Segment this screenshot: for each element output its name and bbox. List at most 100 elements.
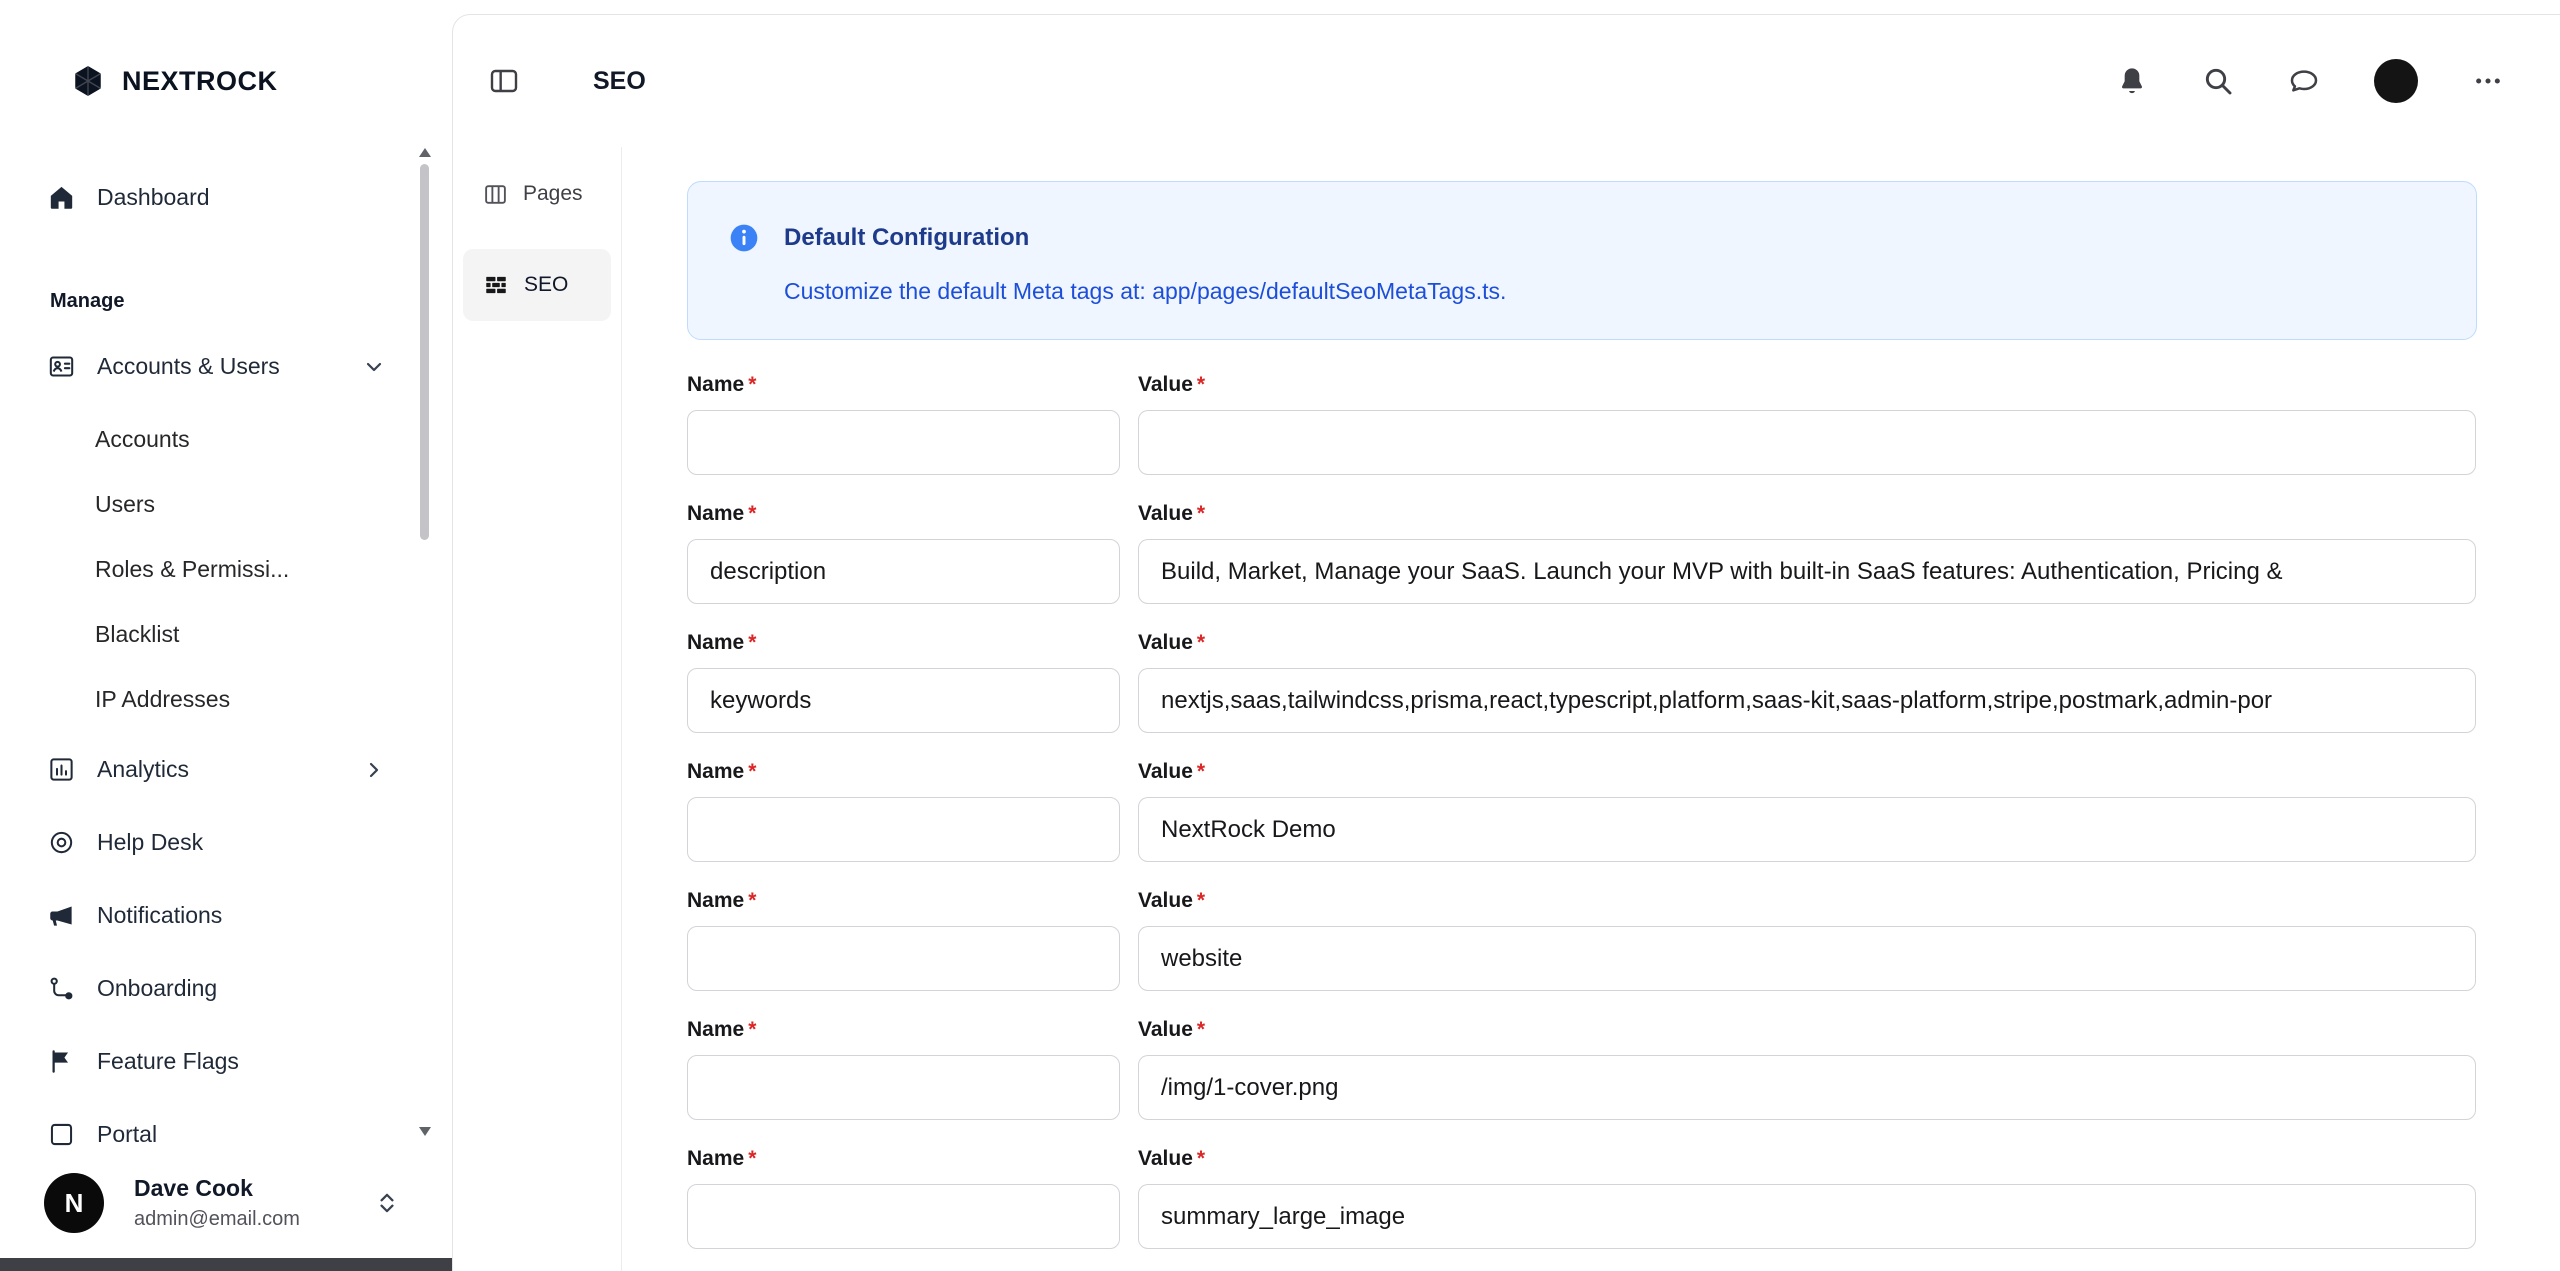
meta-value-input[interactable] bbox=[1138, 1184, 2476, 1249]
sidebar-nav: Dashboard Manage Accounts & Users Accoun… bbox=[0, 165, 452, 1152]
required-asterisk: * bbox=[1197, 1147, 1205, 1170]
brand-logo[interactable]: NEXTROCK bbox=[70, 63, 452, 99]
name-label: Name* bbox=[687, 630, 1120, 656]
meta-name-input[interactable] bbox=[687, 926, 1120, 991]
subnav-item-label: SEO bbox=[524, 273, 568, 297]
sidebar-item-label: Dashboard bbox=[97, 184, 210, 211]
meta-value-input[interactable] bbox=[1138, 1055, 2476, 1120]
value-label: Value* bbox=[1138, 372, 2476, 398]
meta-value-input[interactable] bbox=[1138, 926, 2476, 991]
user-email: admin@email.com bbox=[134, 1208, 300, 1231]
required-asterisk: * bbox=[1197, 373, 1205, 396]
meta-tag-row: Name* Value* bbox=[687, 372, 2477, 475]
sidebar-item-onboarding[interactable]: Onboarding bbox=[48, 956, 416, 1021]
meta-name-input[interactable] bbox=[687, 1184, 1120, 1249]
header-actions bbox=[2116, 59, 2504, 103]
chat-icon[interactable] bbox=[2288, 65, 2320, 97]
subnav: Pages SEO bbox=[453, 147, 622, 1271]
value-label: Value* bbox=[1138, 1146, 2476, 1172]
sidebar-item-help-desk[interactable]: Help Desk bbox=[48, 810, 416, 875]
bricks-grid-icon bbox=[483, 272, 509, 298]
scrollbar-thumb[interactable] bbox=[420, 164, 429, 540]
required-asterisk: * bbox=[748, 631, 756, 654]
meta-tag-row: Name* Value* bbox=[687, 759, 2477, 862]
user-avatar[interactable]: N bbox=[44, 1173, 104, 1233]
required-asterisk: * bbox=[1197, 760, 1205, 783]
required-asterisk: * bbox=[748, 373, 756, 396]
meta-value-input[interactable] bbox=[1138, 539, 2476, 604]
home-icon bbox=[48, 184, 75, 211]
route-icon bbox=[48, 975, 75, 1002]
value-label: Value* bbox=[1138, 630, 2476, 656]
subnav-item-pages[interactable]: Pages bbox=[483, 174, 621, 214]
chevron-right-icon bbox=[362, 758, 386, 782]
meta-name-input[interactable] bbox=[687, 797, 1120, 862]
gem-logo-icon bbox=[70, 63, 106, 99]
meta-name-input[interactable] bbox=[687, 539, 1120, 604]
main-panel: SEO bbox=[452, 14, 2560, 1271]
user-name: Dave Cook bbox=[134, 1175, 300, 1202]
id-card-icon bbox=[48, 353, 75, 380]
header-user-avatar[interactable] bbox=[2374, 59, 2418, 103]
meta-tag-row: Name* Value* bbox=[687, 888, 2477, 991]
bell-icon[interactable] bbox=[2116, 65, 2148, 97]
search-icon[interactable] bbox=[2202, 65, 2234, 97]
sidebar-item-accounts[interactable]: Accounts bbox=[48, 407, 416, 472]
name-label: Name* bbox=[687, 501, 1120, 527]
meta-tags-form: Name* Value* Name* bbox=[687, 372, 2477, 1249]
meta-name-input[interactable] bbox=[687, 1055, 1120, 1120]
analytics-icon bbox=[48, 756, 75, 783]
sidebar-section-manage: Manage bbox=[50, 288, 416, 314]
sidebar-scrollbar[interactable] bbox=[417, 148, 432, 1136]
sidebar-item-dashboard[interactable]: Dashboard bbox=[48, 165, 416, 230]
sidebar-item-blacklist[interactable]: Blacklist bbox=[48, 602, 416, 667]
alert-title-row: Default Configuration bbox=[728, 222, 2436, 254]
meta-value-input[interactable] bbox=[1138, 668, 2476, 733]
sidebar-toggle-icon[interactable] bbox=[488, 65, 520, 97]
sidebar-item-ip-addresses[interactable]: IP Addresses bbox=[48, 667, 416, 732]
meta-value-input[interactable] bbox=[1138, 410, 2476, 475]
value-label: Value* bbox=[1138, 759, 2476, 785]
required-asterisk: * bbox=[1197, 889, 1205, 912]
sidebar-item-label: Feature Flags bbox=[97, 1048, 239, 1075]
sidebar-item-label: Notifications bbox=[97, 902, 222, 929]
sidebar-item-users[interactable]: Users bbox=[48, 472, 416, 537]
sidebar-item-portal[interactable]: Portal bbox=[48, 1102, 416, 1152]
info-icon bbox=[728, 222, 760, 254]
sidebar-item-analytics[interactable]: Analytics bbox=[48, 737, 416, 802]
bottom-edge bbox=[0, 1258, 452, 1271]
sidebar-item-label: Portal bbox=[97, 1121, 157, 1148]
subnav-item-seo[interactable]: SEO bbox=[463, 249, 611, 321]
required-asterisk: * bbox=[748, 760, 756, 783]
user-meta: Dave Cook admin@email.com bbox=[134, 1175, 300, 1231]
sidebar-item-roles-permissions[interactable]: Roles & Permissi... bbox=[48, 537, 416, 602]
chevron-down-icon bbox=[362, 355, 386, 379]
meta-tag-row: Name* Value* bbox=[687, 501, 2477, 604]
ellipsis-icon[interactable] bbox=[2472, 65, 2504, 97]
name-label: Name* bbox=[687, 888, 1120, 914]
value-label: Value* bbox=[1138, 501, 2476, 527]
name-label: Name* bbox=[687, 372, 1120, 398]
required-asterisk: * bbox=[1197, 631, 1205, 654]
sidebar-item-feature-flags[interactable]: Feature Flags bbox=[48, 1029, 416, 1094]
subnav-item-label: Pages bbox=[523, 182, 583, 206]
chevrons-up-down-icon[interactable] bbox=[374, 1190, 400, 1216]
sidebar-user-section[interactable]: N Dave Cook admin@email.com bbox=[0, 1148, 452, 1258]
scroll-up-arrow-icon[interactable] bbox=[419, 148, 431, 157]
main-header: SEO bbox=[453, 15, 2560, 147]
meta-name-input[interactable] bbox=[687, 410, 1120, 475]
info-alert: Default Configuration Customize the defa… bbox=[687, 181, 2477, 340]
sidebar-item-accounts-users[interactable]: Accounts & Users bbox=[48, 334, 416, 399]
required-asterisk: * bbox=[748, 1018, 756, 1041]
name-label: Name* bbox=[687, 759, 1120, 785]
sidebar-item-notifications[interactable]: Notifications bbox=[48, 883, 416, 948]
alert-message: Customize the default Meta tags at: app/… bbox=[784, 278, 2436, 305]
sidebar-item-label: Accounts & Users bbox=[97, 353, 280, 380]
scroll-down-arrow-icon[interactable] bbox=[419, 1127, 431, 1136]
value-label: Value* bbox=[1138, 888, 2476, 914]
meta-value-input[interactable] bbox=[1138, 797, 2476, 862]
alert-title: Default Configuration bbox=[784, 224, 1029, 252]
meta-name-input[interactable] bbox=[687, 668, 1120, 733]
app-root: NEXTROCK Dashboard Manage Accounts & Use… bbox=[0, 0, 2560, 1271]
columns-icon bbox=[483, 182, 508, 207]
